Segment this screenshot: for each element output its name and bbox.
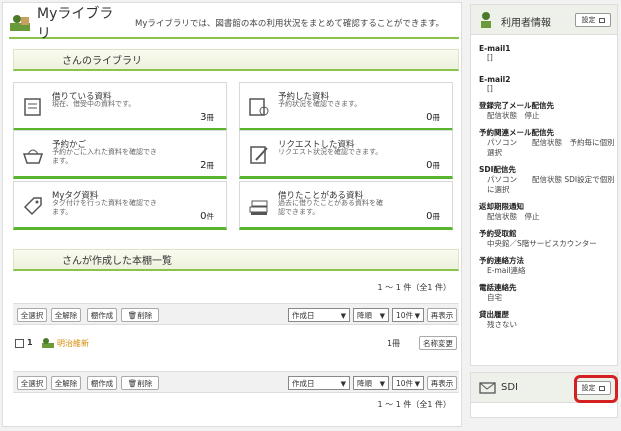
tag-icon: [22, 195, 44, 217]
reserve-icon: [248, 96, 270, 118]
chevron-down-icon: ▼: [414, 312, 420, 320]
chevron-down-icon: ▼: [379, 380, 385, 388]
row-number: 1: [27, 338, 33, 347]
card-basket[interactable]: 予約かご 予約かごに入れた資料を確認できます。 2冊: [13, 130, 227, 179]
field-label: 返却期限通知: [479, 202, 524, 211]
new-window-icon: [598, 17, 605, 23]
basket-icon: [22, 144, 44, 166]
order-select[interactable]: 降順 ▼: [353, 308, 389, 322]
user-settings-button[interactable]: 設定: [575, 13, 611, 27]
chevron-down-icon: ▼: [414, 380, 420, 388]
main-panel: Myライブラリ Myライブラリでは、図書館の本の利用状況をまとめて確認することが…: [2, 2, 462, 427]
result-count-bottom: 1 ～ 1 件（全1 件）: [377, 400, 451, 409]
book-icon: [22, 96, 44, 118]
card-desc: リクエスト状況を確認できます。: [278, 148, 383, 156]
chevron-down-icon: ▼: [340, 380, 346, 388]
user-icon: [479, 11, 493, 32]
shelf-band: さんが作成した本棚一覧: [13, 249, 459, 271]
field-value: パソコン 配信状態 予約毎に個別選択: [487, 138, 615, 157]
deselect-all-button[interactable]: 全解除: [51, 376, 81, 390]
shelf-name-link[interactable]: 明治維新: [57, 338, 89, 349]
card-desc: 現在、借受中の資料です。: [52, 100, 136, 108]
field-label: E-mail1: [479, 44, 511, 53]
user-info-header: 利用者情報 設定: [471, 5, 617, 35]
card-mytag[interactable]: Myタグ資料 タグ付けを行った資料を確認できます。 0件: [13, 181, 227, 230]
pen-paper-icon: [248, 144, 270, 166]
card-desc: タグ付けを行った資料を確認できます。: [52, 199, 157, 216]
per-page-select[interactable]: 10件 ▼: [392, 308, 424, 322]
side-panel: 利用者情報 設定 E-mail1 [] E-mail2 [] 登録完了メール配信…: [470, 2, 618, 427]
field-label: 予約受取館: [479, 229, 517, 238]
shelf-icon: [41, 337, 55, 351]
delete-button[interactable]: 🗑 削除: [121, 376, 159, 390]
card-reserved[interactable]: 予約した資料 予約状況を確認できます。 0冊: [239, 82, 453, 131]
field-value: 自宅: [487, 293, 502, 302]
card-desc: 過去に借りたことがある資料を確認できます。: [278, 199, 383, 216]
toolbar-bottom: 全選択 全解除 棚作成 🗑 削除 作成日 ▼ 降順 ▼ 10件 ▼ 再表示: [13, 371, 459, 393]
library-user-icon: [9, 13, 31, 33]
redisplay-button[interactable]: 再表示: [427, 308, 457, 322]
user-info-list: E-mail1 [] E-mail2 [] 登録完了メール配信先 配信状態 停止…: [471, 35, 617, 330]
trash-icon: 🗑: [127, 378, 138, 388]
result-count: 1 ～ 1 件（全1 件）: [377, 283, 451, 292]
card-count: 0冊: [426, 112, 440, 123]
page-header: Myライブラリ Myライブラリでは、図書館の本の利用状況をまとめて確認することが…: [9, 6, 459, 42]
redisplay-button[interactable]: 再表示: [427, 376, 457, 390]
field-value: 残さない: [487, 320, 517, 329]
trash-icon: 🗑: [127, 310, 138, 320]
deselect-all-button[interactable]: 全解除: [51, 308, 81, 322]
field-label: SDI配信先: [479, 165, 516, 174]
create-shelf-button[interactable]: 棚作成: [87, 376, 117, 390]
field-value: []: [487, 84, 493, 93]
card-count: 3冊: [200, 112, 214, 123]
delete-button[interactable]: 🗑 削除: [121, 308, 159, 322]
page-title: Myライブラリ: [37, 6, 114, 42]
order-select[interactable]: 降順 ▼: [353, 376, 389, 390]
page-description: Myライブラリでは、図書館の本の利用状況をまとめて確認することができます。: [135, 19, 445, 29]
highlight-ring: [574, 375, 618, 403]
chevron-down-icon: ▼: [340, 312, 346, 320]
sdi-box: SDI 設定: [470, 372, 618, 418]
field-value: []: [487, 53, 493, 62]
field-value: 配信状態 停止: [487, 111, 540, 120]
select-all-button[interactable]: 全選択: [17, 308, 47, 322]
card-count: 0冊: [426, 160, 440, 171]
card-request[interactable]: リクエストした資料 リクエスト状況を確認できます。 0冊: [239, 130, 453, 179]
user-info-box: 利用者情報 設定 E-mail1 [] E-mail2 [] 登録完了メール配信…: [470, 4, 618, 366]
library-band: さんのライブラリ: [13, 49, 459, 71]
per-page-select[interactable]: 10件 ▼: [392, 376, 424, 390]
toolbar-top: 全選択 全解除 棚作成 🗑 削除 作成日 ▼ 降順 ▼ 10件 ▼ 再表示: [13, 303, 459, 325]
table-row: 1 明治維新 1冊 名称変更: [15, 336, 459, 353]
sdi-title: SDI: [501, 382, 518, 393]
field-value: パソコン 配信状態 SDI設定で個別に選択: [487, 175, 615, 194]
row-checkbox[interactable]: [15, 339, 24, 348]
field-label: 予約連絡方法: [479, 256, 524, 265]
card-desc: 予約かごに入れた資料を確認できます。: [52, 148, 157, 165]
field-label: 予約関連メール配信先: [479, 128, 554, 137]
card-count: 2冊: [200, 160, 214, 171]
field-label: 貸出履歴: [479, 310, 509, 319]
books-stack-icon: [248, 195, 270, 217]
chevron-down-icon: ▼: [379, 312, 385, 320]
field-label: 登録完了メール配信先: [479, 101, 554, 110]
select-all-button[interactable]: 全選択: [17, 376, 47, 390]
card-borrowed[interactable]: 借りている資料 現在、借受中の資料です。 3冊: [13, 82, 227, 131]
card-count: 0件: [200, 211, 214, 222]
sort-select[interactable]: 作成日 ▼: [288, 376, 350, 390]
rename-button[interactable]: 名称変更: [419, 336, 457, 350]
field-label: E-mail2: [479, 75, 511, 84]
sdi-header: SDI 設定: [471, 373, 618, 403]
card-desc: 予約状況を確認できます。: [278, 100, 362, 108]
field-value: 中央館／S階サービスカウンター: [487, 239, 597, 248]
field-value: 配信状態 停止: [487, 212, 540, 221]
user-info-title: 利用者情報: [501, 18, 551, 29]
shelf-book-count: 1冊: [387, 339, 401, 348]
field-value: E-mail連絡: [487, 266, 526, 275]
card-count: 0冊: [426, 211, 440, 222]
mail-icon: [479, 381, 497, 398]
field-label: 電話連絡先: [479, 283, 517, 292]
create-shelf-button[interactable]: 棚作成: [87, 308, 117, 322]
sort-select[interactable]: 作成日 ▼: [288, 308, 350, 322]
card-history[interactable]: 借りたことがある資料 過去に借りたことがある資料を確認できます。 0冊: [239, 181, 453, 230]
